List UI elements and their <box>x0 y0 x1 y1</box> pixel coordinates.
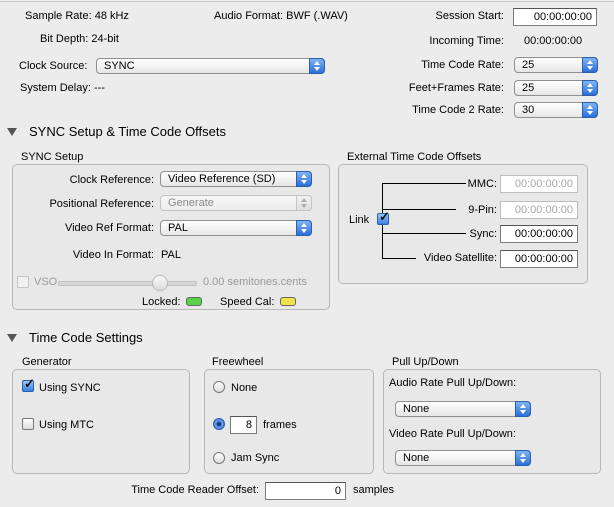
locked-led-icon <box>186 297 202 306</box>
vso-label: VSO <box>34 276 58 288</box>
speed-cal-label: Speed Cal: <box>220 296 275 308</box>
link-label: Link <box>349 214 370 226</box>
audio-format-text: Audio Format: BWF (.WAV) <box>214 10 348 22</box>
generator-group-title: Generator <box>22 356 72 368</box>
video-satellite-label: Video Satellite: <box>423 252 497 264</box>
time-code2-rate-popup[interactable]: 30 <box>514 102 598 118</box>
link-checkbox[interactable]: ✓ <box>377 209 390 225</box>
video-pull-popup[interactable]: None <box>395 450 531 466</box>
freewheel-none-radio[interactable] <box>213 381 225 393</box>
positional-reference-label: Positional Reference: <box>49 198 154 210</box>
ninepin-label: 9-Pin: <box>468 204 497 216</box>
vso-checkbox[interactable] <box>17 276 29 288</box>
locked-label: Locked: <box>142 296 181 308</box>
popup-arrows-icon <box>582 80 598 96</box>
vso-slider-track[interactable] <box>58 281 197 286</box>
link-bracket-line <box>382 258 416 259</box>
time-code-rate-value: 25 <box>522 59 535 71</box>
video-ref-format-value: PAL <box>168 222 188 234</box>
reader-offset-unit: samples <box>353 484 394 496</box>
tc-section-title: Time Code Settings <box>29 330 143 345</box>
reader-offset-label: Time Code Reader Offset: <box>131 484 259 496</box>
time-code2-rate-label: Time Code 2 Rate: <box>412 104 504 116</box>
checkmark-icon: ✓ <box>24 376 35 391</box>
session-start-field[interactable]: 00:00:00:00 <box>513 8 597 26</box>
sync-offset-label: Sync: <box>469 228 497 240</box>
using-mtc-checkbox[interactable] <box>22 418 34 430</box>
using-sync-label: Using SYNC <box>39 382 101 394</box>
popup-arrows-icon <box>309 58 325 74</box>
frames-label: frames <box>263 419 297 431</box>
feet-frames-rate-label: Feet+Frames Rate: <box>408 82 504 94</box>
sync-setup-group-title: SYNC Setup <box>21 151 84 163</box>
freewheel-frames-radio[interactable] <box>213 418 225 430</box>
clock-reference-value: Video Reference (SD) <box>168 173 276 185</box>
popup-arrows-icon <box>515 450 531 466</box>
positional-reference-popup[interactable]: Generate <box>160 195 312 211</box>
video-ref-format-label: Video Ref Format: <box>64 222 154 234</box>
positional-reference-value: Generate <box>168 197 214 209</box>
link-bracket-line <box>382 183 466 184</box>
video-pull-value: None <box>403 452 430 464</box>
mmc-field[interactable]: 00:00:00:00 <box>500 175 578 193</box>
pullupdown-group-title: Pull Up/Down <box>392 356 459 368</box>
ninepin-field[interactable]: 00:00:00:00 <box>500 201 578 219</box>
incoming-time-value: 00:00:00:00 <box>524 35 583 47</box>
reader-offset-field[interactable]: 0 <box>265 482 346 500</box>
jam-sync-label: Jam Sync <box>231 452 280 464</box>
using-sync-checkbox[interactable]: ✓ <box>22 376 35 392</box>
frames-field[interactable]: 8 <box>230 416 257 434</box>
sample-rate-text: Sample Rate: 48 kHz <box>25 10 129 22</box>
popup-arrows-icon <box>582 102 598 118</box>
time-code-rate-popup[interactable]: 25 <box>514 57 598 73</box>
popup-arrows-icon <box>296 195 312 211</box>
speed-cal-led-icon <box>280 297 296 306</box>
video-in-format-value: PAL <box>161 249 181 261</box>
disclosure-triangle-icon[interactable] <box>7 334 17 342</box>
video-pull-label: Video Rate Pull Up/Down: <box>389 428 516 440</box>
sync-offset-field[interactable]: 00:00:00:00 <box>500 225 578 243</box>
audio-pull-value: None <box>403 403 430 415</box>
session-start-label: Session Start: <box>435 10 504 22</box>
link-bracket-line <box>382 233 466 234</box>
incoming-time-label: Incoming Time: <box>429 35 504 47</box>
feet-frames-rate-value: 25 <box>522 82 535 94</box>
link-bracket-line <box>382 209 456 210</box>
clock-reference-label: Clock Reference: <box>69 174 154 186</box>
freewheel-none-label: None <box>231 382 258 394</box>
video-satellite-field[interactable]: 00:00:00:00 <box>500 250 578 268</box>
popup-arrows-icon <box>515 401 531 417</box>
jam-sync-radio[interactable] <box>213 452 225 464</box>
video-in-format-label: Video In Format: <box>72 249 154 261</box>
bit-depth-text: Bit Depth: 24-bit <box>40 33 119 45</box>
sync-section-title: SYNC Setup & Time Code Offsets <box>29 124 227 139</box>
vso-value: 0.00 semitones.cents <box>203 276 307 288</box>
using-mtc-label: Using MTC <box>39 419 95 431</box>
mmc-label: MMC: <box>467 178 497 190</box>
feet-frames-rate-popup[interactable]: 25 <box>514 80 598 96</box>
checkmark-icon: ✓ <box>379 209 390 224</box>
freewheel-group-title: Freewheel <box>212 356 264 368</box>
audio-pull-label: Audio Rate Pull Up/Down: <box>389 377 517 389</box>
disclosure-triangle-icon[interactable] <box>7 128 17 136</box>
top-divider <box>0 1 614 2</box>
clock-source-value: SYNC <box>104 60 135 72</box>
popup-arrows-icon <box>582 57 598 73</box>
system-delay-text: System Delay: --- <box>20 82 105 94</box>
clock-reference-popup[interactable]: Video Reference (SD) <box>160 171 312 187</box>
clock-source-popup[interactable]: SYNC <box>96 58 325 74</box>
clock-source-label: Clock Source: <box>19 60 88 72</box>
time-code-rate-label: Time Code Rate: <box>421 59 504 71</box>
audio-pull-popup[interactable]: None <box>395 401 531 417</box>
time-code2-rate-value: 30 <box>522 104 535 116</box>
video-ref-format-popup[interactable]: PAL <box>160 220 312 236</box>
vso-slider-thumb[interactable] <box>152 275 168 291</box>
popup-arrows-icon <box>296 171 312 187</box>
popup-arrows-icon <box>296 220 312 236</box>
offsets-group-title: External Time Code Offsets <box>347 151 482 163</box>
